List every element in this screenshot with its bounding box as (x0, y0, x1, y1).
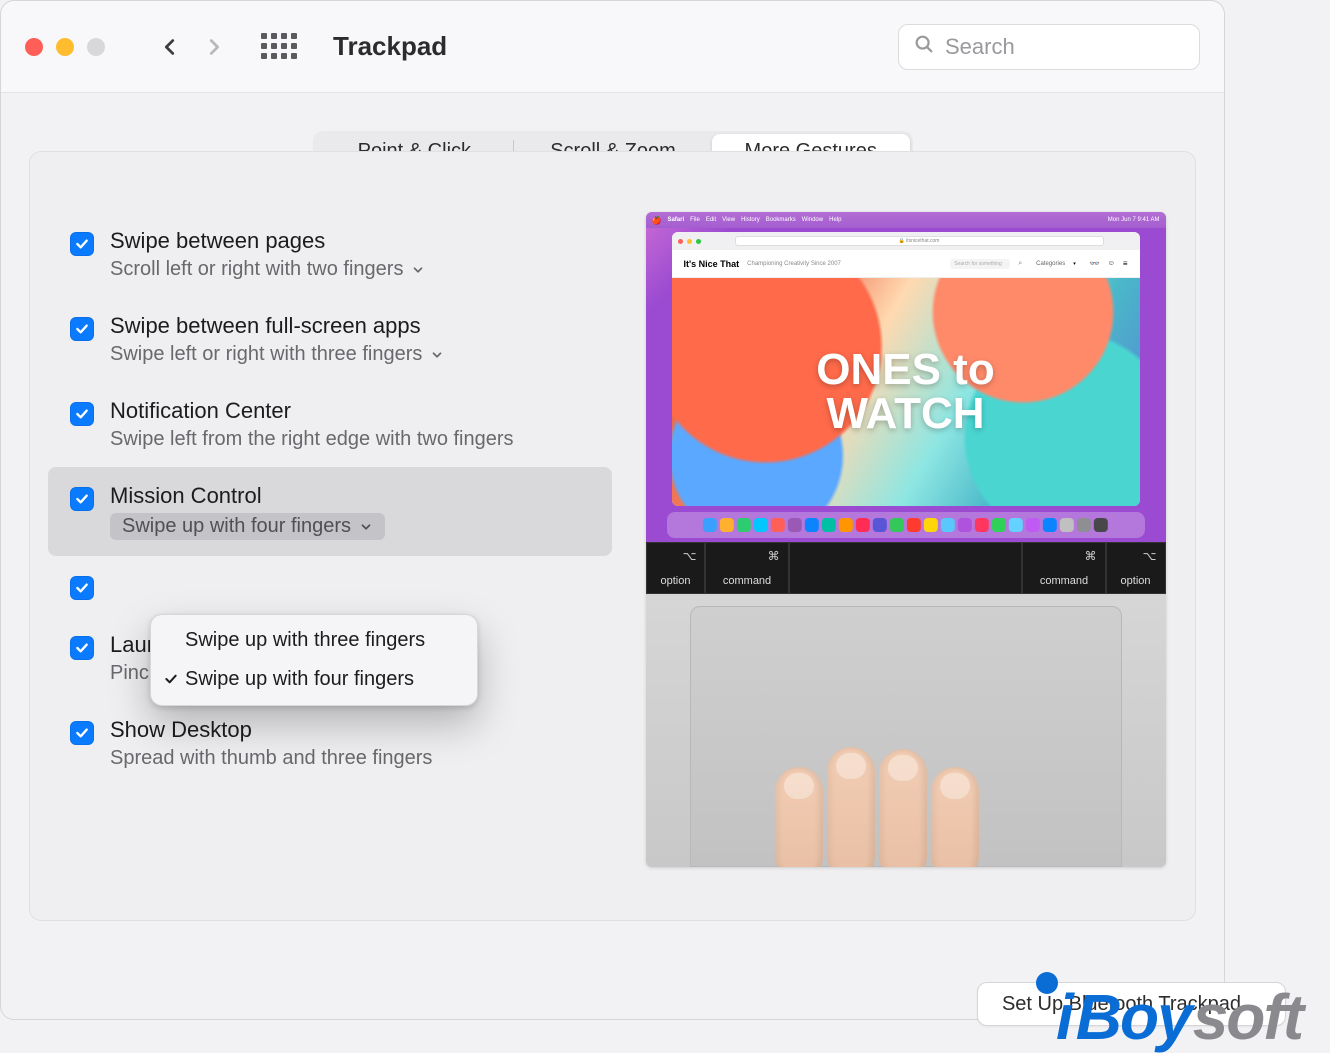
option-swipe-pages: Swipe between pages Scroll left or right… (48, 212, 612, 297)
page-title: Trackpad (333, 31, 447, 62)
smile-icon: ☺ (1108, 260, 1115, 267)
preview-screen: 🍎 Safari File Edit View History Bookmark… (646, 212, 1166, 542)
preview-area: 🍎 Safari File Edit View History Bookmark… (630, 212, 1195, 920)
minimize-window-button[interactable] (56, 38, 74, 56)
preview-search-box: Search for something (950, 259, 1010, 269)
window-controls (25, 38, 105, 56)
option-mission-control: Mission Control Swipe up with four finge… (48, 467, 612, 556)
checkbox-notification-center[interactable] (70, 402, 94, 426)
preview-safari-window: 🔒 itsnicethat.com It's Nice That Champio… (672, 232, 1140, 506)
option-swipe-apps: Swipe between full-screen apps Swipe lef… (48, 297, 612, 382)
option-notification-center: Notification Center Swipe left from the … (48, 382, 612, 467)
key-option-left: ⌥option (646, 542, 706, 594)
glasses-icon: 👓 (1090, 259, 1100, 268)
option-sub: Spread with thumb and three fingers (110, 747, 432, 770)
back-button[interactable] (157, 34, 183, 60)
chevron-down-icon: ▾ (1073, 261, 1076, 267)
checkbox-hidden[interactable] (70, 576, 94, 600)
toolbar: Trackpad (1, 1, 1224, 93)
key-command-left: ⌘command (705, 542, 788, 594)
chevron-down-icon (359, 520, 373, 534)
option-sub-dropdown[interactable]: Swipe left or right with three fingers (110, 343, 444, 366)
show-all-prefs-button[interactable] (261, 33, 295, 61)
content-pane: Swipe between pages Scroll left or right… (29, 151, 1196, 921)
option-title: Notification Center (110, 398, 514, 424)
checkmark-icon (163, 670, 179, 693)
mission-control-menu: Swipe up with three fingers Swipe up wit… (150, 614, 478, 706)
apple-icon: 🍎 (652, 216, 662, 225)
preferences-window: Trackpad Point & Click Scroll & Zoom Mor… (0, 0, 1225, 1020)
checkbox-show-desktop[interactable] (70, 721, 94, 745)
preview-menubar: 🍎 Safari File Edit View History Bookmark… (646, 212, 1166, 228)
option-hidden-under-popover (48, 556, 612, 616)
chevron-down-icon (411, 263, 425, 277)
key-command-right: ⌘command (1022, 542, 1105, 594)
search-field[interactable] (898, 24, 1200, 70)
option-sub-dropdown[interactable]: Scroll left or right with two fingers (110, 258, 425, 281)
checkbox-swipe-pages[interactable] (70, 232, 94, 256)
option-sub: Swipe left from the right edge with two … (110, 428, 514, 451)
lock-icon: 🔒 (899, 238, 905, 244)
forward-button[interactable] (201, 34, 227, 60)
option-show-desktop: Show Desktop Spread with thumb and three… (48, 701, 612, 786)
search-icon: ⌕ (1018, 260, 1022, 268)
option-title: Mission Control (110, 483, 385, 509)
search-input[interactable] (945, 34, 1185, 60)
options-list: Swipe between pages Scroll left or right… (30, 212, 630, 920)
search-icon (913, 33, 935, 60)
preview-url-bar: 🔒 itsnicethat.com (735, 236, 1104, 246)
zoom-window-button[interactable] (87, 38, 105, 56)
preview-hero-text: ONES toWATCH (672, 278, 1140, 506)
setup-bluetooth-trackpad-button[interactable]: Set Up Bluetooth Trackpad… (977, 982, 1286, 1026)
key-option-right: ⌥option (1106, 542, 1166, 594)
menu-icon: ≡ (1123, 259, 1128, 268)
preview-keyboard: ⌥option ⌘command ⌘command ⌥option (646, 542, 1166, 594)
preview-dock (666, 512, 1144, 538)
preview-hand (775, 737, 1015, 867)
menu-item-four-fingers[interactable]: Swipe up with four fingers (157, 660, 471, 699)
option-sub-dropdown-open[interactable]: Swipe up with four fingers (110, 513, 385, 540)
checkbox-swipe-apps[interactable] (70, 317, 94, 341)
option-title: Swipe between full-screen apps (110, 313, 444, 339)
close-window-button[interactable] (25, 38, 43, 56)
key-spacebar (789, 542, 1023, 594)
checkbox-launchpad[interactable] (70, 636, 94, 660)
chevron-down-icon (430, 348, 444, 362)
checkbox-mission-control[interactable] (70, 487, 94, 511)
menu-item-three-fingers[interactable]: Swipe up with three fingers (157, 621, 471, 660)
option-title: Swipe between pages (110, 228, 425, 254)
gesture-preview: 🍎 Safari File Edit View History Bookmark… (646, 212, 1166, 867)
preview-trackpad (646, 594, 1166, 867)
option-title: Show Desktop (110, 717, 432, 743)
